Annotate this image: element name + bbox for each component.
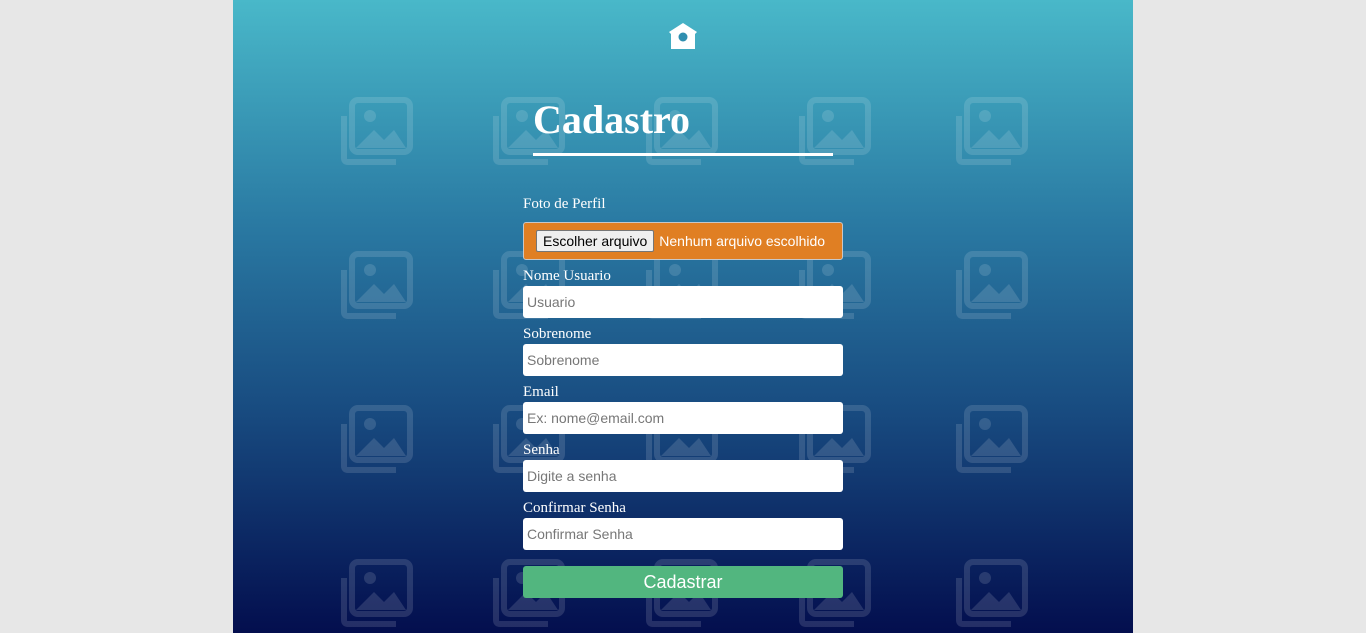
lastname-input[interactable]	[523, 344, 843, 376]
email-label: Email	[523, 384, 559, 400]
profile-photo-file-input[interactable]: Escolher arquivo Nenhum arquivo escolhid…	[523, 222, 843, 260]
background-image-icon	[341, 97, 413, 165]
background-image-icon	[341, 405, 413, 473]
password-label: Senha	[523, 442, 560, 458]
confirm-password-label: Confirmar Senha	[523, 500, 626, 516]
background-image-icon	[956, 559, 1028, 627]
home-icon[interactable]	[667, 20, 699, 52]
background-image-icon	[341, 251, 413, 319]
file-status-text: Nenhum arquivo escolhido	[659, 233, 826, 249]
email-input[interactable]	[523, 402, 843, 434]
signup-submit-button[interactable]: Cadastrar	[523, 566, 843, 598]
lastname-label: Sobrenome	[523, 326, 592, 342]
page-title: Cadastro	[533, 97, 691, 142]
confirm-password-input[interactable]	[523, 518, 843, 550]
background-image-icon	[956, 251, 1028, 319]
username-input[interactable]	[523, 286, 843, 318]
username-label: Nome Usuario	[523, 268, 611, 284]
background-image-icon	[956, 97, 1028, 165]
choose-file-button[interactable]: Escolher arquivo	[536, 230, 655, 252]
background-image-icon	[341, 559, 413, 627]
title-underline	[533, 153, 833, 156]
profile-photo-label: Foto de Perfil	[523, 196, 606, 212]
background-image-icon	[956, 405, 1028, 473]
password-input[interactable]	[523, 460, 843, 492]
signup-panel: Cadastro Foto de Perfil Escolher arquivo…	[233, 0, 1133, 633]
